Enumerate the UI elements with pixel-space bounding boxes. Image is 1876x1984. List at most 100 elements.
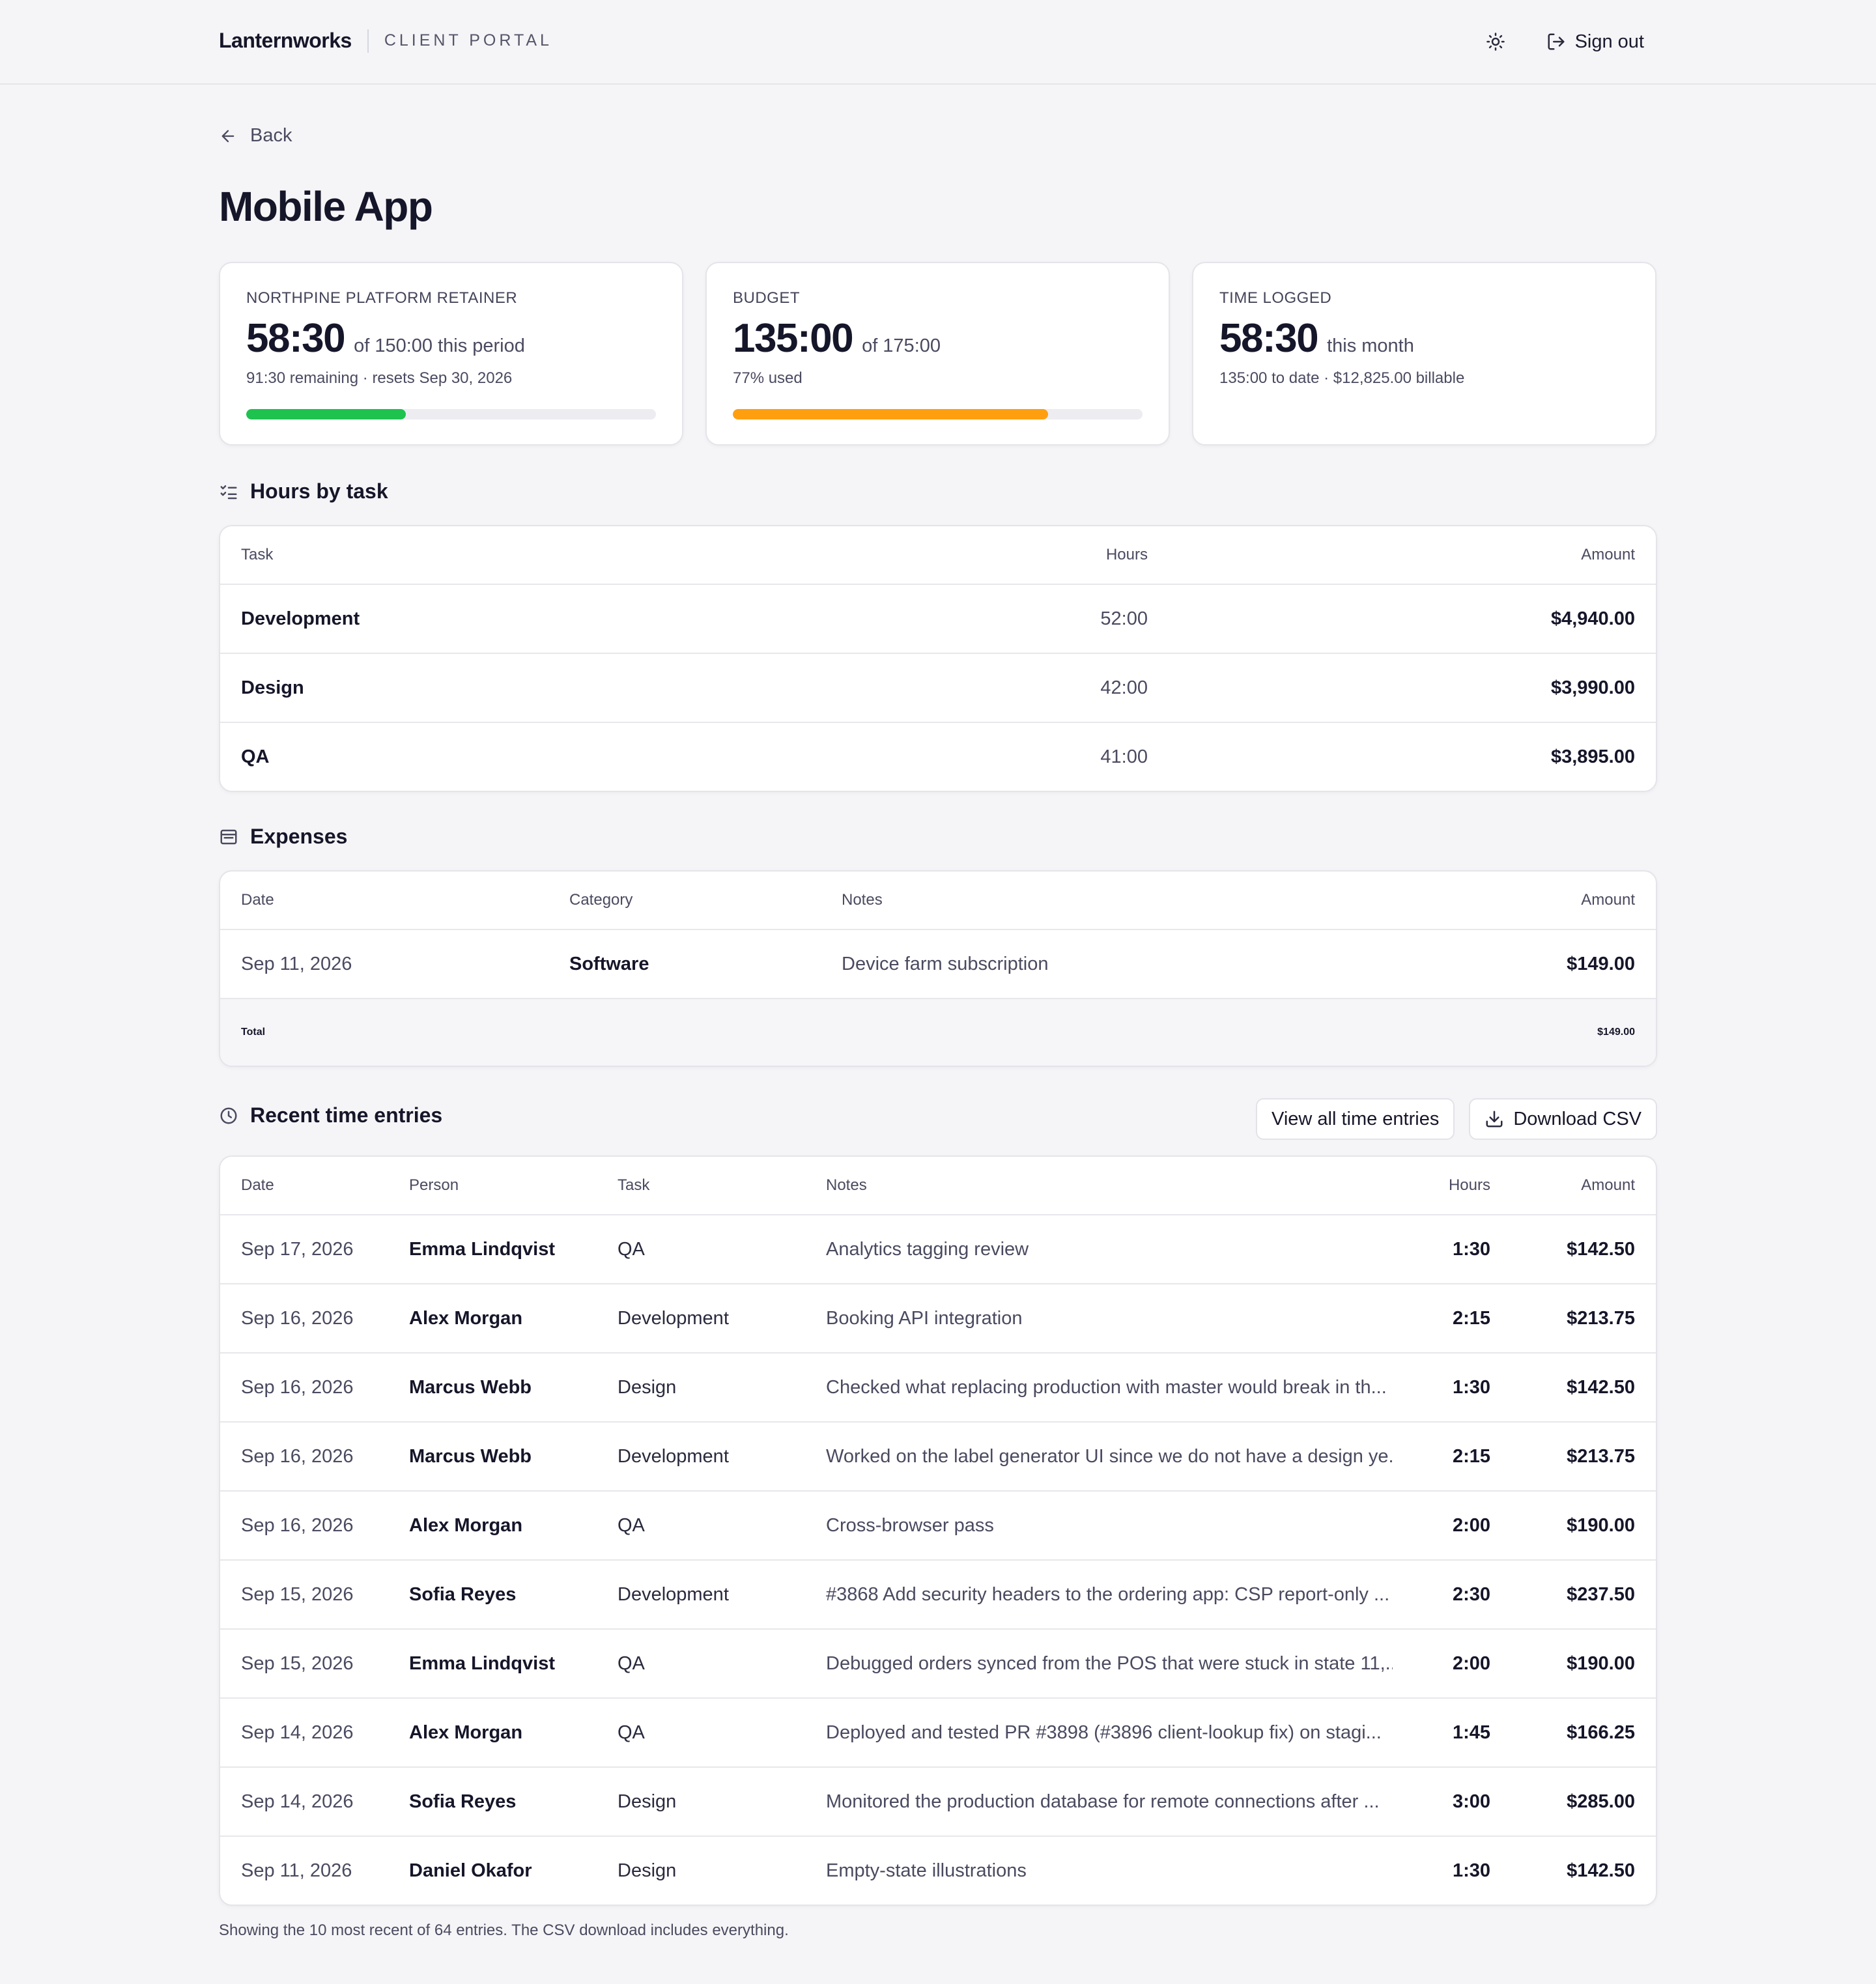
- column-header-date[interactable]: Date: [241, 1157, 274, 1214]
- entries-footnote: Showing the 10 most recent of 64 entries…: [219, 1921, 789, 1939]
- progress-fill: [733, 409, 1049, 419]
- budget-progress-bar: [733, 409, 1143, 419]
- expense-category: Software: [569, 953, 649, 974]
- table-row[interactable]: Sep 15, 2026 Sofia Reyes Development #3868 …: [220, 1559, 1656, 1628]
- entry-task: QA: [618, 1652, 645, 1674]
- entry-notes: #3868 Add security headers to the orderi…: [826, 1583, 1390, 1605]
- entry-amount: $142.50: [1567, 1238, 1635, 1260]
- progress-fill: [246, 409, 406, 419]
- column-header-task[interactable]: Task: [241, 526, 273, 584]
- table-row[interactable]: Design 42:00 $3,990.00: [220, 653, 1656, 722]
- entry-notes: Empty-state illustrations: [826, 1860, 1027, 1881]
- column-header-hours[interactable]: Hours: [1449, 1157, 1490, 1214]
- card-label: TIME LOGGED: [1219, 289, 1332, 307]
- table-row[interactable]: Sep 17, 2026 Emma Lindqvist QA Analytics ta…: [220, 1214, 1656, 1283]
- budget-card: BUDGET 135:00 of 175:00 77% used: [705, 262, 1170, 446]
- brand-name[interactable]: Lanternworks: [219, 29, 352, 53]
- entry-date: Sep 11, 2026: [241, 1860, 352, 1881]
- arrow-left-icon: [221, 130, 234, 142]
- card-suffix: this month: [1327, 335, 1414, 356]
- entry-person: Sofia Reyes: [409, 1583, 517, 1605]
- table-row[interactable]: Sep 11, 2026 Daniel Okafor Design Empty-sta…: [220, 1835, 1656, 1905]
- table-row[interactable]: Sep 16, 2026 Marcus Webb Development Worked…: [220, 1421, 1656, 1490]
- recent-time-entries-heading: Recent time entries: [219, 1103, 442, 1127]
- entry-person: Marcus Webb: [409, 1376, 532, 1398]
- entry-task: Development: [618, 1445, 729, 1467]
- entry-amount: $142.50: [1567, 1860, 1635, 1881]
- entry-task: Development: [618, 1307, 729, 1329]
- sun-icon: [1486, 33, 1505, 51]
- entry-date: Sep 17, 2026: [241, 1238, 354, 1260]
- table-row[interactable]: QA 41:00 $3,895.00: [220, 722, 1656, 791]
- column-header-notes[interactable]: Notes: [842, 872, 883, 929]
- portal-label: CLIENT PORTAL: [384, 31, 552, 50]
- table-row[interactable]: Sep 16, 2026 Marcus Webb Design Checked wha…: [220, 1352, 1656, 1421]
- expenses-table: Date Category Notes Amount Sep 11, 2026 S…: [219, 870, 1657, 1067]
- page-title: Mobile App: [219, 183, 433, 230]
- entry-date: Sep 14, 2026: [241, 1791, 354, 1812]
- clock-icon: [219, 1106, 238, 1126]
- entry-hours: 2:00: [1452, 1652, 1490, 1674]
- table-row[interactable]: Sep 15, 2026 Emma Lindqvist QA Debugged ord…: [220, 1628, 1656, 1697]
- column-header-amount[interactable]: Amount: [1581, 526, 1635, 584]
- card-subtext: 77% used: [733, 369, 803, 387]
- sign-out-button[interactable]: Sign out: [1546, 31, 1644, 53]
- time-entries-table: Date Person Task Notes Hours Amount Sep …: [219, 1155, 1657, 1906]
- column-header-task[interactable]: Task: [618, 1157, 649, 1214]
- table-row[interactable]: Sep 14, 2026 Sofia Reyes Design Monitored t…: [220, 1766, 1656, 1835]
- total-amount: $149.00: [1597, 1027, 1635, 1038]
- expenses-heading: Expenses: [219, 825, 347, 849]
- column-header-hours[interactable]: Hours: [1106, 526, 1148, 584]
- table-row[interactable]: Development 52:00 $4,940.00: [220, 584, 1656, 653]
- entry-person: Alex Morgan: [409, 1722, 523, 1743]
- card-suffix: of 175:00: [862, 335, 941, 356]
- entry-notes: Deployed and tested PR #3898 (#3896 clie…: [826, 1722, 1382, 1743]
- card-subtext: 91:30 remaining · resets Sep 30, 2026: [246, 369, 513, 387]
- entry-amount: $237.50: [1567, 1583, 1635, 1605]
- column-header-category[interactable]: Category: [569, 872, 632, 929]
- entry-notes: Worked on the label generator UI since w…: [826, 1445, 1393, 1467]
- brand: Lanternworks CLIENT PORTAL: [219, 29, 552, 53]
- expense-date: Sep 11, 2026: [241, 953, 352, 974]
- entry-notes: Cross-browser pass: [826, 1514, 994, 1536]
- view-all-time-entries-button[interactable]: View all time entries: [1256, 1098, 1455, 1140]
- sign-out-icon: [1548, 33, 1565, 50]
- entry-task: Design: [618, 1376, 677, 1398]
- section-title: Recent time entries: [250, 1103, 443, 1127]
- entry-date: Sep 16, 2026: [241, 1307, 354, 1329]
- sign-out-label: Sign out: [1574, 31, 1644, 52]
- entry-hours: 3:00: [1452, 1791, 1490, 1812]
- column-header-amount[interactable]: Amount: [1581, 872, 1635, 929]
- entry-hours: 2:00: [1452, 1514, 1490, 1536]
- total-label: Total: [241, 1027, 266, 1038]
- theme-toggle-button[interactable]: [1480, 26, 1511, 57]
- table-row[interactable]: Sep 16, 2026 Alex Morgan QA Cross-browser p…: [220, 1490, 1656, 1559]
- button-label: Download CSV: [1513, 1108, 1642, 1129]
- table-row[interactable]: Sep 11, 2026 Software Device farm subscrip…: [220, 929, 1656, 998]
- card-label: NORTHPINE PLATFORM RETAINER: [246, 289, 518, 307]
- table-header-row: Task Hours Amount: [220, 526, 1656, 584]
- column-header-amount[interactable]: Amount: [1581, 1157, 1635, 1214]
- entry-task: QA: [618, 1238, 645, 1260]
- back-link[interactable]: Back: [219, 125, 292, 147]
- task-hours: 41:00: [1100, 746, 1148, 767]
- table-row[interactable]: Sep 16, 2026 Alex Morgan Development Bookin…: [220, 1283, 1656, 1352]
- entry-hours: 1:30: [1452, 1376, 1490, 1398]
- download-csv-button[interactable]: Download CSV: [1469, 1098, 1657, 1140]
- back-label: Back: [250, 125, 292, 146]
- table-row[interactable]: Sep 14, 2026 Alex Morgan QA Deployed and te…: [220, 1697, 1656, 1766]
- entry-task: QA: [618, 1722, 645, 1743]
- entry-hours: 2:15: [1452, 1445, 1490, 1467]
- entry-date: Sep 15, 2026: [241, 1583, 354, 1605]
- column-header-date[interactable]: Date: [241, 872, 274, 929]
- entry-amount: $142.50: [1567, 1376, 1635, 1398]
- card-suffix: of 150:00 this period: [354, 335, 525, 356]
- section-title: Expenses: [250, 825, 348, 848]
- entry-person: Sofia Reyes: [409, 1791, 517, 1812]
- column-header-person[interactable]: Person: [409, 1157, 459, 1214]
- entry-hours: 1:30: [1452, 1238, 1490, 1260]
- task-name: Design: [241, 677, 304, 698]
- column-header-notes[interactable]: Notes: [826, 1157, 867, 1214]
- total-row: Total $149.00: [220, 998, 1656, 1066]
- entry-amount: $213.75: [1567, 1445, 1635, 1467]
